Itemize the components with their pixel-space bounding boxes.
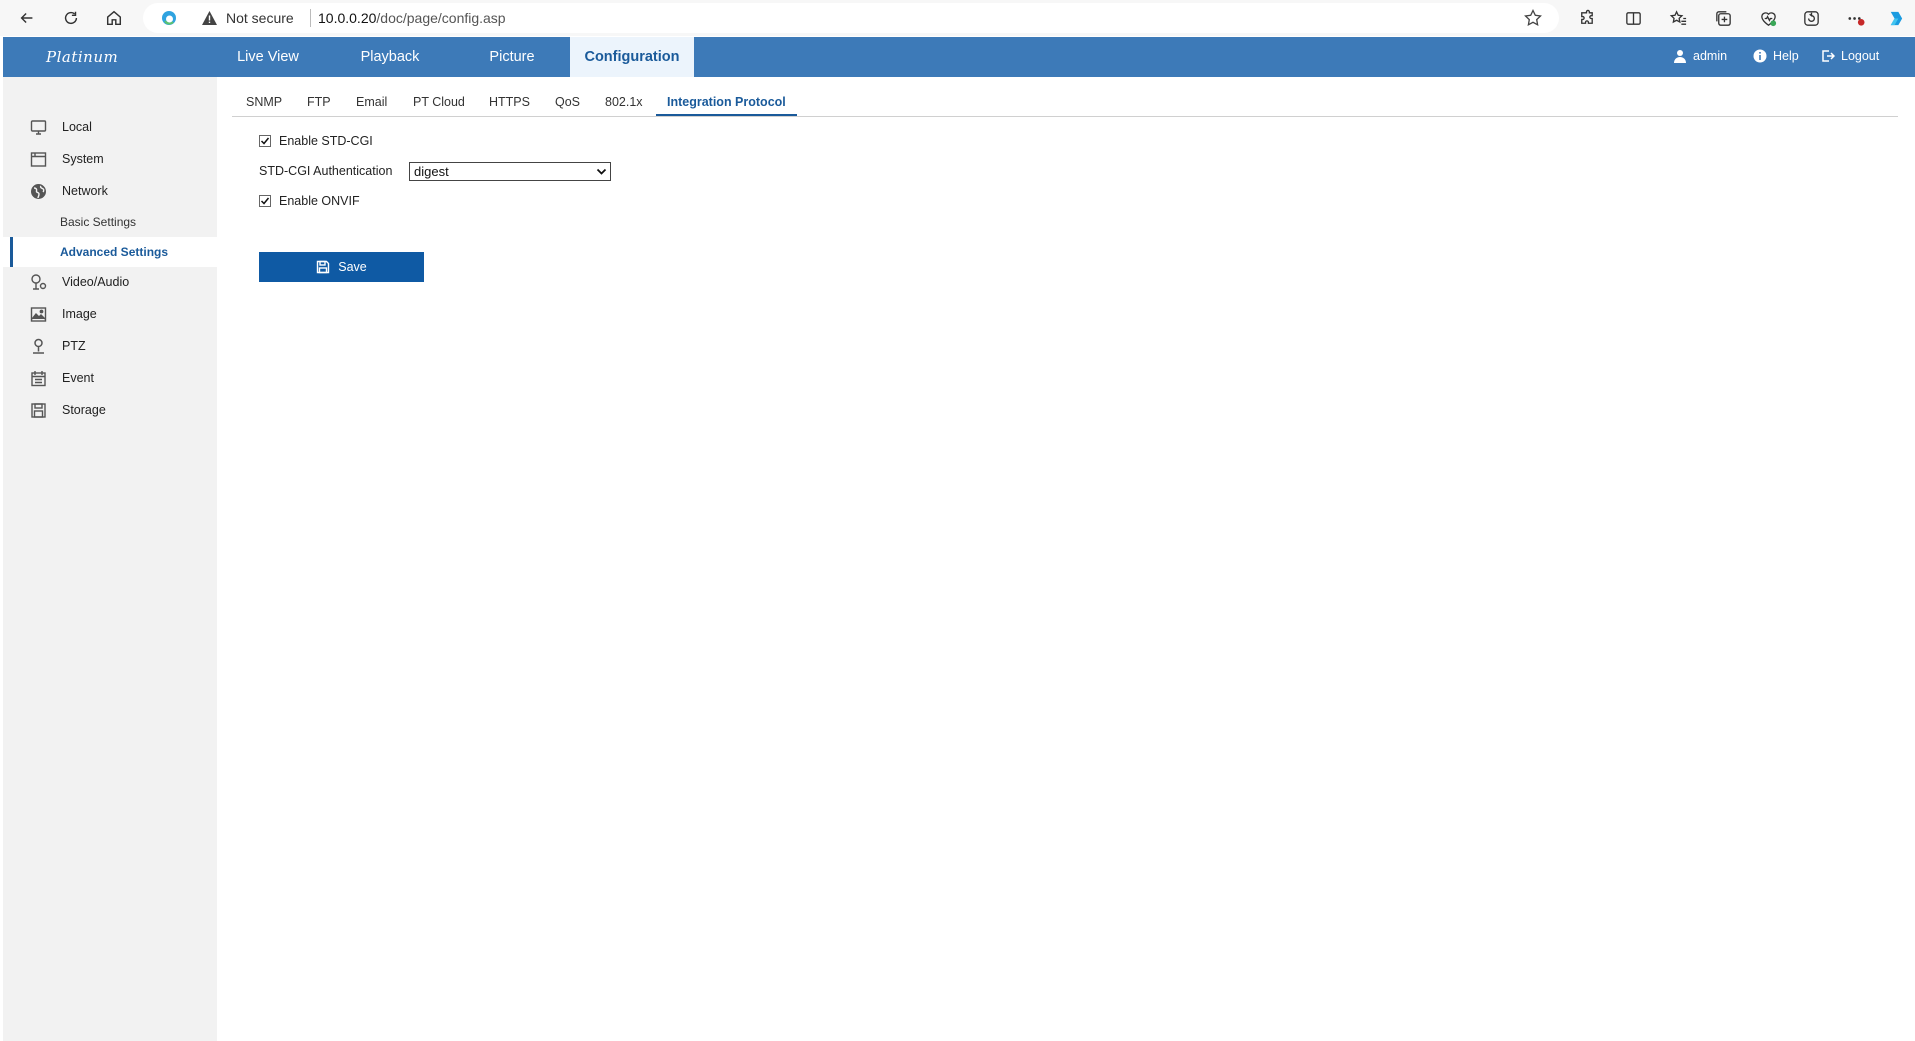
help-icon bbox=[1753, 49, 1767, 63]
std-cgi-auth-label: STD-CGI Authentication bbox=[259, 164, 393, 178]
globe-icon bbox=[31, 183, 46, 199]
sidebar-item-label: Video/Audio bbox=[62, 275, 130, 289]
sidebar-item-label: Network bbox=[62, 184, 108, 198]
enable-onvif-checkbox[interactable] bbox=[259, 195, 271, 207]
tab-live-view[interactable]: Live View bbox=[225, 37, 311, 77]
sidebar-sub-advanced-settings[interactable]: Advanced Settings bbox=[3, 237, 217, 267]
tab-configuration[interactable]: Configuration bbox=[570, 37, 694, 77]
ptz-camera-icon bbox=[33, 338, 44, 354]
tab-email[interactable]: Email bbox=[356, 88, 387, 116]
sub-tab-bar: SNMP FTP Email PT Cloud HTTPS QoS 802.1x… bbox=[232, 88, 1898, 117]
sidebar-item-label: Image bbox=[62, 307, 97, 321]
tab-integration-protocol[interactable]: Integration Protocol bbox=[656, 88, 797, 116]
favorite-star-icon[interactable] bbox=[1523, 8, 1543, 28]
checkmark-icon bbox=[260, 197, 270, 205]
user-name: admin bbox=[1693, 49, 1728, 63]
sidebar-item-system[interactable]: System bbox=[3, 144, 217, 174]
tab-ftp[interactable]: FTP bbox=[307, 88, 331, 116]
std-cgi-auth-select[interactable]: digest bbox=[409, 162, 611, 181]
std-cgi-auth-value: digest bbox=[414, 164, 449, 179]
address-separator bbox=[310, 9, 311, 27]
browser-toolbar: Not secure 10.0.0.20/doc/page/config.asp bbox=[0, 0, 1915, 36]
home-icon[interactable] bbox=[101, 5, 127, 31]
logout-icon bbox=[1822, 50, 1835, 62]
back-icon[interactable] bbox=[14, 5, 40, 31]
sidebar-item-label: System bbox=[62, 152, 104, 166]
tab-snmp[interactable]: SNMP bbox=[246, 88, 282, 116]
sidebar-sub-label: Basic Settings bbox=[60, 215, 137, 229]
chevron-down-icon bbox=[596, 168, 607, 175]
sidebar: Local System Network Basic Settings Adva… bbox=[3, 77, 217, 1041]
user-icon bbox=[1674, 50, 1686, 63]
address-bar[interactable]: Not secure 10.0.0.20/doc/page/config.asp bbox=[143, 3, 1559, 33]
more-menu-icon[interactable] bbox=[1843, 6, 1867, 30]
reload-icon[interactable] bbox=[58, 5, 84, 31]
floppy-disk-icon bbox=[317, 260, 330, 274]
sidebar-item-ptz[interactable]: PTZ bbox=[3, 331, 217, 361]
sidebar-item-label: Event bbox=[62, 371, 94, 385]
user-menu[interactable]: admin bbox=[1673, 49, 1727, 63]
tab-qos[interactable]: QoS bbox=[555, 88, 580, 116]
not-secure-label[interactable]: Not secure bbox=[226, 10, 294, 26]
enable-std-cgi-label: Enable STD-CGI bbox=[279, 134, 373, 148]
enable-onvif-label: Enable ONVIF bbox=[279, 194, 360, 208]
tab-https[interactable]: HTTPS bbox=[489, 88, 530, 116]
browser-essentials-icon[interactable] bbox=[1756, 6, 1780, 30]
split-screen-icon[interactable] bbox=[1621, 6, 1645, 30]
help-link[interactable]: Help bbox=[1753, 49, 1799, 63]
save-button[interactable]: Save bbox=[259, 252, 424, 282]
url-text[interactable]: 10.0.0.20/doc/page/config.asp bbox=[318, 10, 506, 26]
sidebar-sub-label: Advanced Settings bbox=[60, 245, 169, 259]
url-host: 10.0.0.20 bbox=[318, 10, 377, 26]
performance-icon[interactable] bbox=[1799, 6, 1823, 30]
std-cgi-auth-row: STD-CGI Authentication bbox=[259, 164, 392, 178]
extensions-icon[interactable] bbox=[1574, 6, 1598, 30]
enable-std-cgi-row: Enable STD-CGI bbox=[259, 134, 373, 148]
sidebar-sub-basic-settings[interactable]: Basic Settings bbox=[3, 207, 217, 237]
checkmark-icon bbox=[260, 137, 270, 145]
save-label: Save bbox=[338, 260, 367, 274]
app-header: Platinum Live View Playback Picture Conf… bbox=[3, 37, 1915, 77]
sidebar-item-label: PTZ bbox=[62, 339, 86, 353]
logout-link[interactable]: Logout bbox=[1821, 49, 1879, 63]
sidebar-item-label: Local bbox=[62, 120, 92, 134]
collections-icon[interactable] bbox=[1711, 6, 1735, 30]
calendar-icon bbox=[31, 370, 46, 386]
sidebar-item-event[interactable]: Event bbox=[3, 363, 217, 393]
brand-logo: Platinum bbox=[46, 48, 119, 66]
tab-pt-cloud[interactable]: PT Cloud bbox=[413, 88, 465, 116]
sidebar-item-local[interactable]: Local bbox=[3, 112, 217, 142]
microphone-icon bbox=[31, 273, 47, 290]
sidebar-item-label: Storage bbox=[62, 403, 106, 417]
copilot-icon[interactable] bbox=[1883, 6, 1907, 30]
tab-802-1x[interactable]: 802.1x bbox=[605, 88, 643, 116]
favorites-icon[interactable] bbox=[1666, 6, 1690, 30]
sidebar-item-network[interactable]: Network bbox=[3, 176, 217, 206]
enable-onvif-row: Enable ONVIF bbox=[259, 194, 360, 208]
sidebar-item-storage[interactable]: Storage bbox=[3, 395, 217, 425]
edge-icon bbox=[162, 11, 176, 25]
tab-picture[interactable]: Picture bbox=[481, 37, 543, 77]
tab-playback[interactable]: Playback bbox=[349, 37, 431, 77]
sidebar-item-image[interactable]: Image bbox=[3, 299, 217, 329]
logout-label: Logout bbox=[1841, 49, 1880, 63]
url-path: /doc/page/config.asp bbox=[376, 10, 506, 26]
warning-icon[interactable] bbox=[201, 10, 218, 26]
help-label: Help bbox=[1773, 49, 1799, 63]
image-icon bbox=[30, 306, 47, 322]
monitor-icon bbox=[30, 119, 47, 135]
storage-icon bbox=[31, 402, 46, 418]
sidebar-item-video-audio[interactable]: Video/Audio bbox=[3, 267, 217, 297]
system-window-icon bbox=[30, 151, 47, 167]
enable-std-cgi-checkbox[interactable] bbox=[259, 135, 271, 147]
